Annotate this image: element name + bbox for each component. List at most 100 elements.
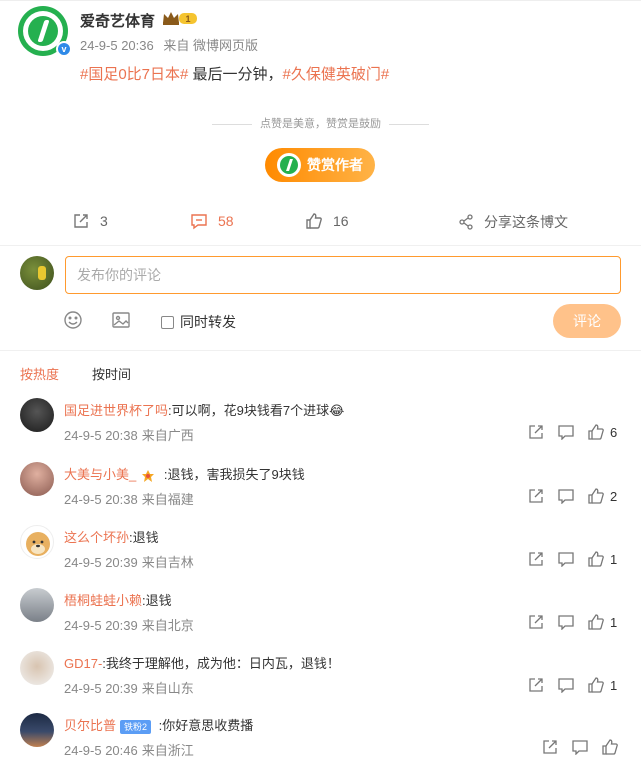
repost-button[interactable]: 3 bbox=[72, 212, 108, 230]
comment-actions: 1 bbox=[514, 614, 618, 630]
hashtag-link[interactable]: #国足0比7日本# bbox=[80, 66, 188, 83]
reward-tip: 点赞是美意，赞赏是鼓励 bbox=[0, 115, 641, 131]
comment-like-count: 1 bbox=[610, 677, 618, 693]
commenter-name[interactable]: 这么个坏孙 bbox=[64, 530, 129, 545]
comment-body: :退钱，害我损失了9块钱 bbox=[160, 467, 305, 482]
comment-input[interactable] bbox=[65, 256, 621, 294]
post-meta: 24-9-5 20:36 来自 微博网页版 bbox=[80, 35, 264, 54]
crown-badge-icon[interactable]: 1 bbox=[161, 10, 199, 26]
reward-tip-text: 点赞是美意，赞赏是鼓励 bbox=[260, 118, 381, 130]
comment-item: 大美与小美_ :退钱，害我损失了9块钱 24-9-5 20:38 来自福建 2 bbox=[0, 462, 641, 522]
divider bbox=[0, 245, 641, 246]
comment-count: 58 bbox=[218, 213, 234, 229]
like-button[interactable]: 16 bbox=[305, 212, 349, 230]
tab-sort-time[interactable]: 按时间 bbox=[92, 364, 131, 383]
repost-checkbox-label: 同时转发 bbox=[180, 314, 236, 330]
iqiyi-logo-icon bbox=[277, 153, 301, 177]
repost-icon[interactable] bbox=[528, 677, 544, 693]
comment-body: :退钱 bbox=[142, 593, 172, 608]
fan-level-badge: 铁粉2 bbox=[120, 719, 152, 734]
divider bbox=[389, 123, 429, 125]
comment-item: 国足进世界杯了吗:可以啊，花9块钱看7个进球😂 24-9-5 20:38 来自广西… bbox=[0, 398, 641, 458]
comment-meta: 24-9-5 20:38 来自福建 bbox=[64, 489, 198, 508]
repost-icon[interactable] bbox=[528, 551, 544, 567]
comment-meta: 24-9-5 20:39 来自吉林 bbox=[64, 552, 198, 571]
like-icon[interactable]: 2 bbox=[588, 488, 618, 504]
reply-icon[interactable] bbox=[558, 488, 574, 504]
comment-date: 24-9-5 20:46 bbox=[64, 743, 138, 758]
comment-button[interactable]: 58 bbox=[190, 212, 234, 230]
comment-actions bbox=[528, 739, 632, 755]
comment-like-count: 2 bbox=[610, 488, 618, 504]
like-icon[interactable]: 1 bbox=[588, 551, 618, 567]
like-icon[interactable]: 1 bbox=[588, 677, 618, 693]
comment-location: 来自广西 bbox=[141, 428, 194, 443]
comment-text: GD17-:我终于理解他，成为他：日内瓦，退钱！ bbox=[64, 653, 340, 672]
laugh-emoji-icon: 😂 bbox=[329, 403, 345, 418]
checkbox-box[interactable] bbox=[161, 315, 174, 329]
commenter-avatar[interactable] bbox=[20, 398, 54, 432]
comment-body: :你好意思收费播 bbox=[155, 718, 254, 733]
post-text: #国足0比7日本# 最后一分钟，#久保健英破门# bbox=[80, 63, 389, 84]
my-avatar[interactable] bbox=[20, 256, 54, 290]
commenter-avatar[interactable] bbox=[20, 651, 54, 685]
hashtag-link[interactable]: #久保健英破门# bbox=[283, 66, 390, 83]
comment-actions: 2 bbox=[514, 488, 618, 504]
comment-meta: 24-9-5 20:39 来自山东 bbox=[64, 678, 198, 697]
reply-icon[interactable] bbox=[558, 677, 574, 693]
repost-icon[interactable] bbox=[528, 488, 544, 504]
commenter-name[interactable]: 国足进世界杯了吗 bbox=[64, 403, 168, 418]
comment-actions: 1 bbox=[514, 551, 618, 567]
repost-icon[interactable] bbox=[542, 739, 558, 755]
commenter-avatar[interactable] bbox=[20, 525, 54, 559]
comment-body: :我终于理解他，成为他：日内瓦，退钱！ bbox=[102, 656, 340, 671]
share-button[interactable]: 分享这条博文 bbox=[458, 212, 568, 232]
author-name[interactable]: 爱奇艺体育 bbox=[80, 10, 155, 31]
comment-actions: 1 bbox=[514, 677, 618, 693]
commenter-name[interactable]: 梧桐蛙蛙小赖 bbox=[64, 593, 142, 608]
like-icon bbox=[306, 213, 322, 229]
comment-text: 贝尔比普 铁粉2 :你好意思收费播 bbox=[64, 715, 253, 734]
divider bbox=[212, 123, 252, 125]
reply-icon[interactable] bbox=[558, 551, 574, 567]
comment-body: :可以啊，花9块钱看7个进球 bbox=[168, 403, 330, 418]
comment-meta: 24-9-5 20:46 来自浙江 bbox=[64, 740, 198, 759]
repost-count: 3 bbox=[100, 213, 108, 229]
reply-icon[interactable] bbox=[572, 739, 588, 755]
share-label: 分享这条博文 bbox=[484, 214, 568, 230]
like-icon[interactable] bbox=[602, 739, 632, 755]
like-icon[interactable]: 6 bbox=[588, 424, 618, 440]
repost-icon[interactable] bbox=[528, 424, 544, 440]
reply-icon[interactable] bbox=[558, 614, 574, 630]
fan-badge-icon bbox=[142, 469, 155, 482]
reward-button[interactable]: 赞赏作者 bbox=[265, 148, 375, 182]
commenter-avatar[interactable] bbox=[20, 713, 54, 747]
comment-text: 国足进世界杯了吗:可以啊，花9块钱看7个进球😂 bbox=[64, 400, 344, 419]
comment-text: 大美与小美_ :退钱，害我损失了9块钱 bbox=[64, 464, 305, 484]
commenter-avatar[interactable] bbox=[20, 588, 54, 622]
commenter-name[interactable]: 大美与小美_ bbox=[64, 467, 136, 482]
comment-item: 这么个坏孙:退钱 24-9-5 20:39 来自吉林 1 bbox=[0, 525, 641, 585]
commenter-name[interactable]: GD17- bbox=[64, 656, 102, 671]
reply-icon[interactable] bbox=[558, 424, 574, 440]
divider bbox=[0, 350, 641, 351]
doge-icon bbox=[26, 532, 50, 556]
comment-text: 梧桐蛙蛙小赖:退钱 bbox=[64, 590, 172, 609]
image-icon[interactable] bbox=[111, 310, 131, 330]
comment-location: 来自北京 bbox=[141, 618, 194, 633]
comment-item: GD17-:我终于理解他，成为他：日内瓦，退钱！ 24-9-5 20:39 来自山… bbox=[0, 651, 641, 711]
comment-location: 来自山东 bbox=[141, 681, 194, 696]
emoji-icon[interactable] bbox=[63, 310, 83, 330]
repost-checkbox[interactable]: 同时转发 bbox=[161, 312, 236, 332]
tab-sort-hot[interactable]: 按热度 bbox=[20, 364, 59, 383]
comment-icon bbox=[191, 214, 207, 230]
comment-date: 24-9-5 20:39 bbox=[64, 555, 138, 570]
like-icon[interactable]: 1 bbox=[588, 614, 618, 630]
comment-text: 这么个坏孙:退钱 bbox=[64, 527, 159, 546]
comment-date: 24-9-5 20:39 bbox=[64, 618, 138, 633]
post-date[interactable]: 24-9-5 20:36 bbox=[80, 38, 154, 53]
repost-icon[interactable] bbox=[528, 614, 544, 630]
commenter-name[interactable]: 贝尔比普 bbox=[64, 718, 116, 733]
commenter-avatar[interactable] bbox=[20, 462, 54, 496]
submit-comment-button[interactable]: 评论 bbox=[553, 304, 621, 338]
